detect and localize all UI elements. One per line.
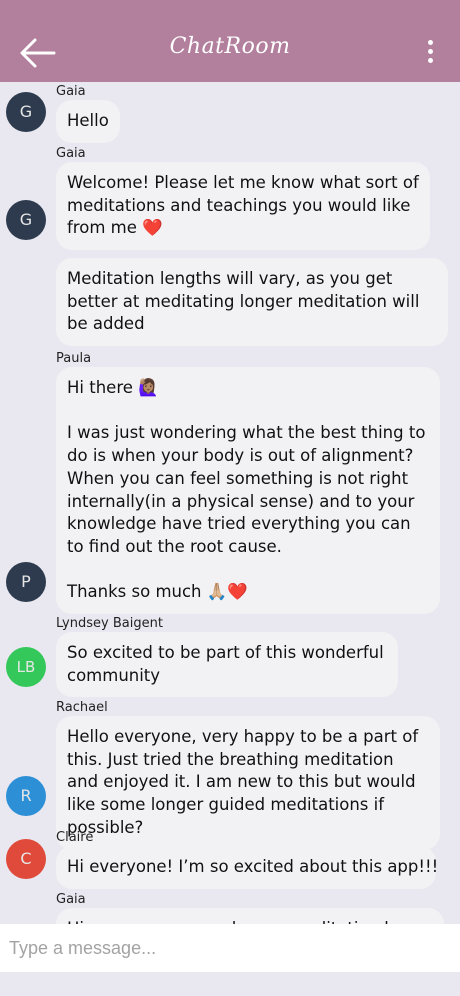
sender-name: Lyndsey Baigent: [56, 616, 163, 631]
message-list[interactable]: Gaia Hello G Gaia Welcome! Please let me…: [0, 82, 460, 924]
more-options-button[interactable]: [424, 40, 436, 68]
sender-name: Gaia: [56, 892, 86, 907]
sender-name: Rachael: [56, 700, 108, 715]
avatar: G: [6, 92, 46, 132]
more-vertical-icon: [424, 40, 436, 63]
composer-field-wrapper: [0, 924, 460, 972]
composer-bar: [0, 924, 460, 996]
page-title: ChatRoom: [169, 34, 291, 59]
avatar: G: [6, 200, 46, 240]
message-bubble: Hello everyone, very happy to be a part …: [56, 716, 440, 850]
sender-name: Gaia: [56, 84, 86, 99]
message-bubble: Hi there 🙋🏽‍♀️ I was just wondering what…: [56, 367, 440, 615]
message-bubble: Hi everyone! I’m so excited about this a…: [56, 846, 438, 889]
message-bubble: Hello: [56, 100, 120, 143]
avatar: C: [6, 839, 46, 879]
message-bubble: Welcome! Please let me know what sort of…: [56, 162, 430, 251]
app-header: ChatRoom: [0, 0, 460, 82]
message-input[interactable]: [0, 924, 460, 972]
avatar: LB: [6, 647, 46, 687]
message-bubble: Meditation lengths will vary, as you get…: [56, 258, 448, 347]
message-bubble: Hi everyone, a new longer meditation has: [56, 908, 444, 924]
sender-name: Gaia: [56, 146, 86, 161]
avatar: P: [6, 562, 46, 602]
message-bubble: So excited to be part of this wonderful …: [56, 632, 398, 698]
avatar: R: [6, 776, 46, 816]
sender-name: Claire: [56, 830, 94, 845]
sender-name: Paula: [56, 351, 92, 366]
